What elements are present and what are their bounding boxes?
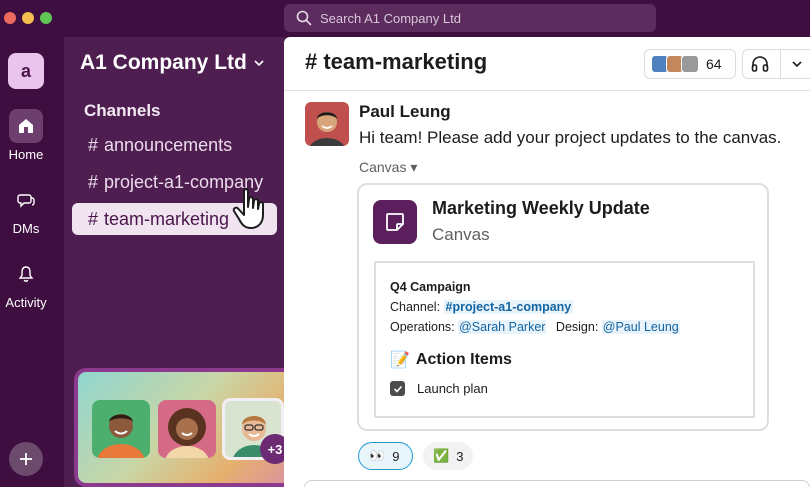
huddle-avatar (158, 400, 216, 458)
bell-icon (9, 257, 43, 291)
action-items-title: Action Items (415, 351, 512, 368)
headphones-icon (751, 56, 769, 72)
canvas-subtitle: Canvas (432, 225, 490, 244)
preview-channel-line: Channel: #project-a1-company (390, 297, 739, 317)
zoom-window-button[interactable] (40, 12, 52, 24)
design-mention[interactable]: @Paul Leung (601, 320, 680, 334)
channel-link[interactable]: #project-a1-company (443, 300, 574, 314)
workspace-rail: a Home DMs Activity (0, 37, 64, 487)
action-items-heading: 📝 Action Items (390, 347, 739, 373)
memo-icon: 📝 (390, 352, 410, 369)
search-placeholder: Search A1 Company Ltd (320, 10, 461, 26)
hash-icon: # (88, 171, 99, 192)
reaction-eyes[interactable]: 👀 9 (358, 442, 413, 470)
members-button[interactable]: 64 (644, 49, 736, 79)
canvas-preview: Q4 Campaign Channel: #project-a1-company… (374, 261, 755, 418)
close-window-button[interactable] (4, 12, 16, 24)
eyes-emoji-icon: 👀 (369, 448, 386, 463)
sender-avatar[interactable] (305, 102, 349, 146)
hand-cursor-icon (232, 188, 264, 229)
title-bar: Search A1 Company Ltd (0, 0, 810, 37)
chevron-down-icon (254, 60, 264, 67)
channels-section-title[interactable]: Channels (84, 101, 161, 121)
search-icon (296, 10, 312, 26)
huddle-avatar (92, 400, 150, 458)
check-emoji-icon: ✅ (433, 448, 450, 463)
workspace-icon[interactable]: a (8, 53, 44, 89)
canvas-title: Marketing Weekly Update (432, 198, 650, 218)
minimize-window-button[interactable] (22, 12, 34, 24)
plus-icon (20, 453, 32, 465)
rail-dms[interactable]: DMs (0, 183, 52, 236)
sender-name[interactable]: Paul Leung (359, 102, 451, 122)
chevron-down-icon[interactable] (791, 58, 803, 70)
operations-label: Operations: (390, 320, 459, 334)
operations-mention[interactable]: @Sarah Parker (458, 320, 547, 334)
member-avatar (681, 55, 699, 73)
hash-icon: # (88, 208, 99, 229)
channel-title[interactable]: # team-marketing (305, 49, 487, 75)
task-item: Launch plan (390, 381, 739, 396)
sidebar-channel-announcements[interactable]: # announcements (72, 129, 277, 161)
preview-owners-line: Operations: @Sarah Parker Design: @Paul … (390, 317, 739, 337)
divider (780, 49, 781, 79)
canvas-icon (373, 200, 417, 244)
channel-header: # team-marketing 64 (284, 37, 810, 91)
reaction-count: 9 (392, 448, 400, 464)
hash-icon: # (88, 134, 99, 155)
add-workspace-button[interactable] (9, 442, 43, 476)
search-bar[interactable]: Search A1 Company Ltd (284, 4, 656, 32)
rail-home-label: Home (8, 147, 44, 162)
home-icon (9, 109, 43, 143)
rail-activity-label: Activity (5, 295, 47, 310)
rail-home[interactable]: Home (0, 109, 52, 162)
canvas-attachment-toggle[interactable]: Canvas ▾ (359, 159, 417, 176)
rail-dms-label: DMs (12, 221, 40, 236)
channel-name: team-marketing (104, 208, 230, 229)
huddle-panel[interactable]: +3 (74, 368, 300, 487)
channel-view: # team-marketing 64 Paul Leung Hi team! … (284, 37, 810, 487)
preview-heading: Q4 Campaign (390, 280, 471, 294)
task-checkbox[interactable] (390, 381, 405, 396)
canvas-card[interactable]: Marketing Weekly Update Canvas Q4 Campai… (357, 183, 769, 431)
task-label: Launch plan (417, 381, 488, 396)
design-label: Design: (555, 320, 602, 334)
message-text: Hi team! Please add your project updates… (359, 128, 782, 147)
channel-sidebar: A1 Company Ltd Channels # announcements … (64, 37, 300, 487)
workspace-menu[interactable]: A1 Company Ltd (80, 51, 265, 75)
channel-label: Channel: (390, 300, 444, 314)
channel-name: announcements (104, 134, 233, 155)
message-composer[interactable] (304, 480, 810, 487)
checkmark-icon (393, 385, 402, 393)
rail-activity[interactable]: Activity (0, 257, 52, 310)
dms-icon (9, 183, 43, 217)
huddle-button[interactable] (742, 49, 810, 79)
member-count: 64 (706, 56, 722, 72)
reaction-count: 3 (456, 448, 464, 464)
reaction-check[interactable]: ✅ 3 (423, 442, 473, 470)
workspace-name: A1 Company Ltd (80, 51, 247, 74)
